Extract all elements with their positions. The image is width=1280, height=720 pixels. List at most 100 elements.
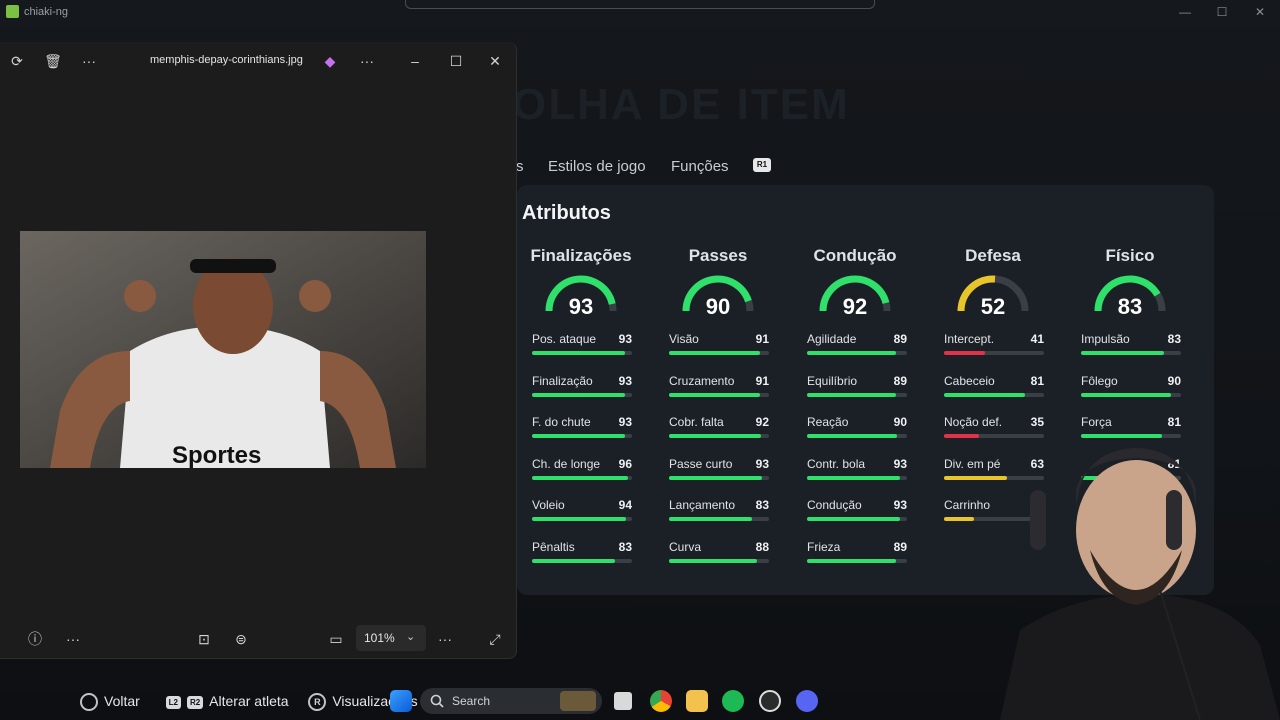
category-4: Físico 83	[1070, 246, 1190, 319]
task-view-icon[interactable]	[614, 692, 632, 710]
chevron-down-icon: ⌄	[406, 631, 416, 643]
stat-value: 89	[893, 540, 907, 554]
stat-label: Fôlego	[1081, 373, 1118, 388]
chrome-icon[interactable]	[650, 690, 672, 712]
stat-label: Frieza	[807, 540, 841, 554]
stat-bar-track	[532, 351, 632, 355]
maximize-icon[interactable]: ☐	[447, 52, 465, 70]
category-name: Físico	[1105, 246, 1155, 265]
host-minimize-button[interactable]: —	[1175, 4, 1195, 20]
discord-icon[interactable]	[796, 690, 818, 712]
adjust-icon[interactable]: ⊜	[232, 630, 250, 648]
stat-label: Visão	[669, 332, 699, 346]
minimize-icon[interactable]: –	[406, 52, 424, 70]
jersey-sponsor-text: Sportes	[172, 442, 261, 468]
spotify-icon[interactable]	[722, 690, 744, 712]
stat-label: Curva	[669, 540, 702, 554]
category-rating: 93	[568, 294, 594, 319]
stat-bar-track	[532, 392, 632, 397]
controller-hints: Voltar L2 R2 Alterar atleta R Visualizações	[80, 693, 418, 712]
stat-label: Cabeceio	[944, 373, 995, 388]
stat-value: 35	[1030, 415, 1044, 430]
bottom-options-icon[interactable]: ···	[436, 630, 454, 648]
stat-row: Frieza 89	[807, 540, 907, 580]
stat-label: Reação	[807, 415, 849, 430]
hint-switch-athlete[interactable]: Alterar atleta	[209, 693, 288, 709]
host-maximize-button[interactable]: ☐	[1212, 4, 1232, 20]
windows-start-icon[interactable]	[390, 690, 412, 712]
stat-row: Intercept. 41	[944, 332, 1044, 372]
bottom-more-icon[interactable]: ···	[64, 630, 82, 648]
stat-bar-fill	[807, 559, 896, 563]
stat-label: Impulsão	[1081, 332, 1130, 346]
stat-row: Fôlego 90	[1081, 374, 1181, 414]
stat-bar-fill	[669, 559, 757, 563]
stat-value: 90	[893, 415, 907, 430]
stat-value: 91	[755, 373, 769, 388]
delete-icon[interactable]: 🗑	[44, 52, 62, 70]
hint-back[interactable]: Voltar	[104, 693, 140, 709]
zoom-selector[interactable]: 101% ⌄	[356, 625, 426, 651]
stat-row: Cruzamento 91	[669, 374, 769, 414]
stat-row: Pos. ataque 93	[532, 332, 632, 372]
stat-bar-fill	[669, 475, 762, 480]
stat-value: 93	[893, 498, 907, 513]
info-icon[interactable]: ⓘ	[26, 630, 44, 648]
stat-row: Curva 88	[669, 540, 769, 580]
stat-value: 93	[893, 456, 907, 471]
file-explorer-icon[interactable]	[686, 690, 708, 712]
photos-bottom-bar: ⓘ ··· ⊡ ⊜ ▭ ··· ⤢	[0, 622, 516, 656]
stat-value: 90	[1167, 373, 1181, 388]
stat-row: Reação 90	[807, 415, 907, 455]
stat-row: Voleio 94	[532, 498, 632, 538]
stat-label: Passe curto	[669, 456, 733, 471]
stat-label: Finalização	[532, 373, 593, 388]
rotate-icon[interactable]: ⟳	[8, 52, 26, 70]
stat-bar-fill	[669, 517, 752, 522]
crop-icon[interactable]: ⊡	[195, 630, 213, 648]
fit-screen-icon[interactable]: ▭	[327, 630, 345, 648]
more-icon[interactable]: ···	[80, 52, 98, 70]
close-icon[interactable]: ✕	[486, 52, 504, 70]
stat-bar-fill	[807, 517, 900, 522]
stat-bar-fill	[944, 351, 985, 355]
stat-label: F. do chute	[532, 415, 591, 430]
stat-bar-track	[807, 392, 907, 397]
tab-funcoes[interactable]: Funções	[671, 158, 729, 175]
stat-bar-fill	[807, 392, 896, 397]
tab-atributos[interactable]: s	[516, 158, 524, 175]
copilot-icon[interactable]: ◆	[321, 52, 339, 70]
category-name: Passes	[688, 246, 748, 265]
top-popup-frame	[405, 0, 875, 9]
taskbar-search[interactable]: Search	[420, 688, 602, 714]
fullscreen-icon[interactable]: ⤢	[486, 630, 504, 648]
stat-row: Lançamento 83	[669, 498, 769, 538]
stat-label: Condução	[807, 498, 862, 513]
stat-label: Cobr. falta	[669, 415, 724, 430]
stat-bar-track	[944, 351, 1044, 355]
stat-bar-track	[1081, 392, 1181, 397]
more-options-icon[interactable]: ···	[358, 52, 376, 70]
stat-value: 92	[755, 415, 769, 430]
stat-bar-track	[532, 559, 632, 563]
stat-bar-fill	[532, 392, 625, 397]
tab-estilos-de-jogo[interactable]: Estilos de jogo	[548, 158, 646, 175]
category-0: Finalizações 93	[521, 246, 641, 319]
host-close-button[interactable]: ✕	[1250, 4, 1270, 20]
stat-label: Força	[1081, 415, 1112, 430]
stat-bar-track	[669, 351, 769, 355]
stat-row: Equilíbrio 89	[807, 374, 907, 414]
search-highlight-image	[560, 691, 596, 711]
app-notification-icon[interactable]	[759, 690, 781, 712]
stat-bar-fill	[807, 434, 897, 439]
stat-bar-track	[532, 475, 632, 480]
stat-label: Ch. de longe	[532, 456, 601, 471]
stat-bar-track	[1081, 351, 1181, 355]
stat-value: 88	[755, 540, 769, 554]
stat-row: Passe curto 93	[669, 457, 769, 497]
stat-bar-fill	[807, 475, 900, 480]
stat-value: 83	[755, 498, 769, 513]
stat-bar-fill	[669, 392, 760, 397]
stat-bar-fill	[532, 517, 626, 522]
stat-bar-track	[807, 434, 907, 439]
